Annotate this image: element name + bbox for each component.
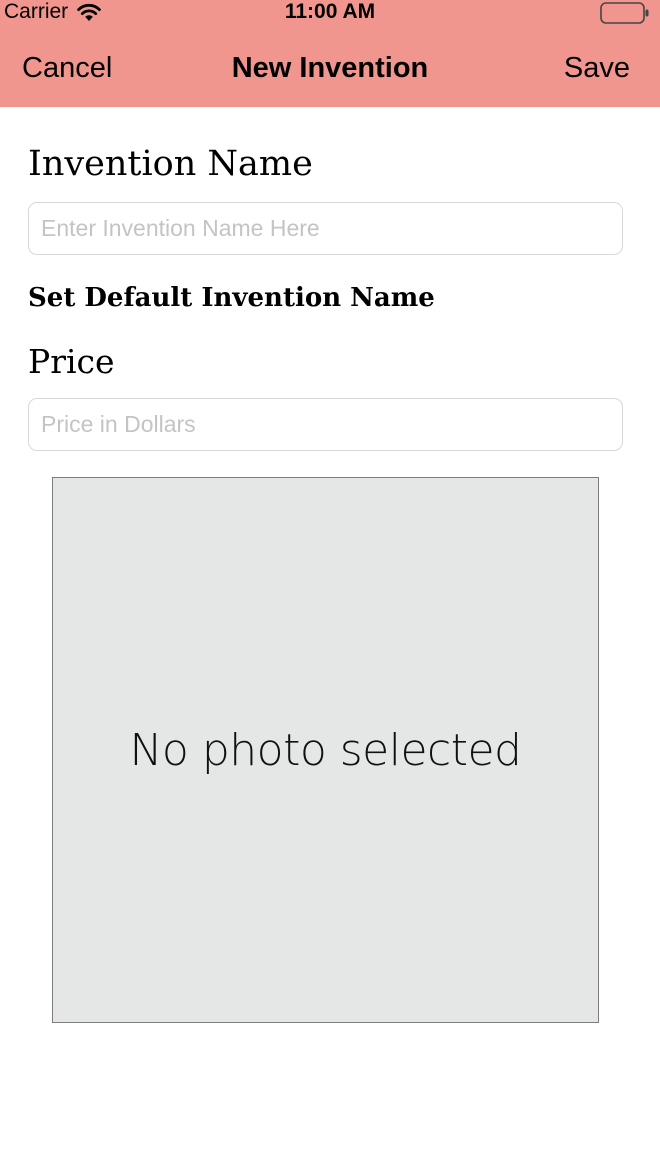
price-label: Price (28, 342, 115, 381)
navigation-bar: Carrier 11:00 AM Cancel New Invention Sa… (0, 0, 660, 107)
set-default-name-button[interactable]: Set Default Invention Name (28, 280, 435, 316)
cancel-button[interactable]: Cancel (22, 49, 112, 87)
battery-empty-icon (600, 2, 649, 24)
no-photo-label: No photo selected (129, 724, 522, 776)
status-carrier: Carrier (4, 0, 102, 24)
save-button[interactable]: Save (564, 49, 630, 87)
invention-name-label: Invention Name (28, 144, 313, 184)
price-input[interactable] (28, 398, 623, 451)
carrier-label: Carrier (4, 0, 69, 23)
wifi-icon (77, 3, 101, 21)
invention-name-input[interactable] (28, 202, 623, 255)
photo-picker[interactable]: No photo selected (52, 477, 599, 1023)
